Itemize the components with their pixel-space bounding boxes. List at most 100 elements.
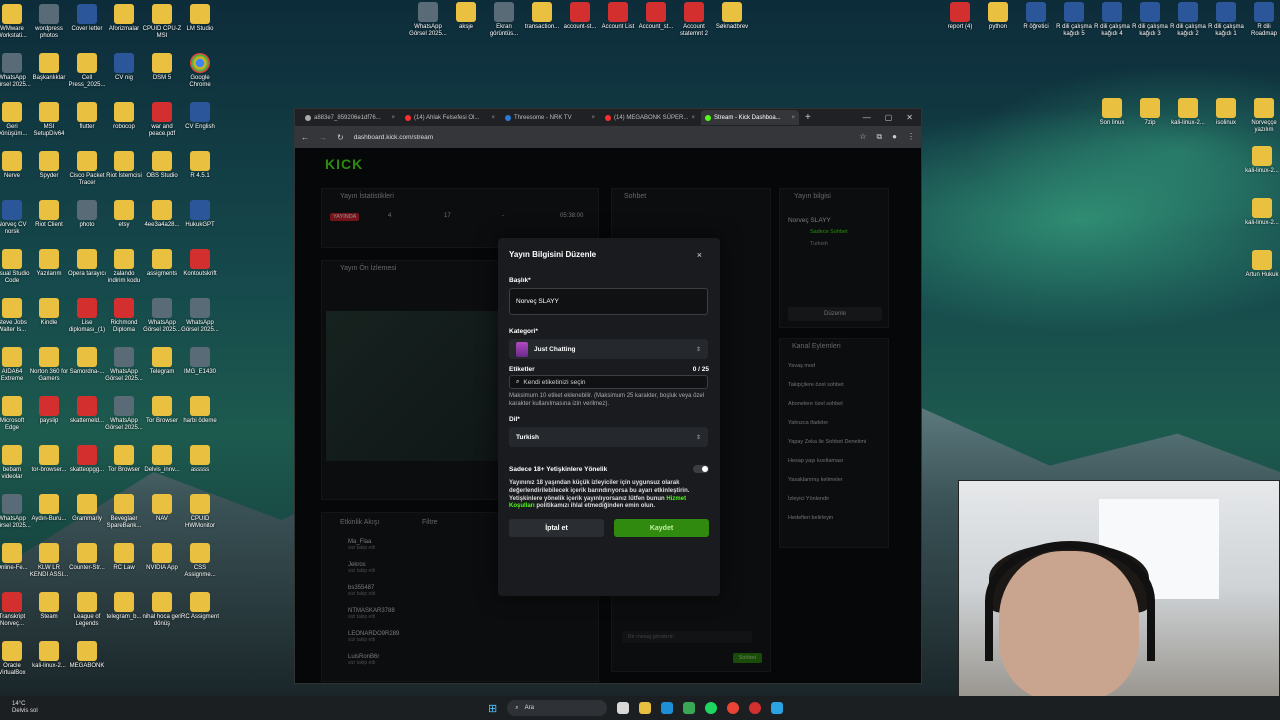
desktop-icon[interactable]: Norveççe yazılım — [1244, 98, 1280, 134]
desktop-icon[interactable]: Telegram — [142, 347, 182, 376]
desktop-icon[interactable]: Account_st... — [636, 2, 676, 31]
save-button[interactable]: Kaydet — [614, 519, 709, 538]
url-field[interactable]: dashboard.kick.com/stream — [354, 134, 433, 141]
windows-start-icon[interactable]: ⊞ — [488, 702, 497, 715]
desktop-icon[interactable]: R dili Roadmap — [1244, 2, 1280, 38]
desktop-icon[interactable]: LM Studio — [180, 4, 220, 33]
desktop-icon[interactable]: RC Assigment — [180, 592, 220, 621]
desktop-icon[interactable]: Delvis_innv... — [142, 445, 182, 474]
desktop-icon[interactable]: CV English — [180, 102, 220, 131]
desktop-icon[interactable]: Ekran görüntüs... — [484, 2, 524, 38]
desktop-icon[interactable]: transaction... — [522, 2, 562, 31]
chrome-icon[interactable] — [727, 702, 740, 714]
browser-tab[interactable]: (14) MEGABONK SÜPER... × — [601, 110, 699, 125]
desktop-icon[interactable]: Geri Dönüşüm... — [0, 102, 32, 138]
store-icon[interactable] — [683, 702, 696, 714]
desktop-icon[interactable]: OBS Studio — [142, 151, 182, 180]
desktop-icon[interactable]: WMware Workstati... — [0, 4, 32, 40]
close-tab-icon[interactable]: × — [591, 115, 595, 121]
desktop-icon[interactable]: Cover letter — [67, 4, 107, 33]
desktop-icon[interactable]: harbi ödeme — [180, 396, 220, 425]
desktop-icon[interactable]: Richmond Diploma — [104, 298, 144, 334]
desktop-icon[interactable]: NAV — [142, 494, 182, 523]
desktop-icon[interactable]: R dili çalışma kağıdı 4 — [1092, 2, 1132, 38]
desktop-icon[interactable]: IMG_E1430 — [180, 347, 220, 376]
forward-icon[interactable]: → — [319, 133, 327, 142]
desktop-icon[interactable]: R öğretici — [1016, 2, 1056, 31]
reload-icon[interactable]: ↻ — [337, 133, 344, 142]
back-icon[interactable]: ← — [301, 133, 309, 142]
desktop-icon[interactable]: WhatsApp Görsel 2025... — [0, 53, 32, 89]
desktop-icon[interactable]: R dili çalışma kağıdı 1 — [1206, 2, 1246, 38]
desktop-icon[interactable]: League of Legends — [67, 592, 107, 628]
desktop-icon[interactable]: Nerve — [0, 151, 32, 180]
spotify-icon[interactable] — [705, 702, 718, 714]
desktop-icon[interactable]: Norveç CV norsk — [0, 200, 32, 236]
desktop-icon[interactable]: R dili çalışma kağıdı 3 — [1130, 2, 1170, 38]
desktop-icon[interactable]: Transkript Norveç... — [0, 592, 32, 628]
desktop-icon[interactable]: Opera tarayıcı — [67, 249, 107, 278]
desktop-icon[interactable]: python — [978, 2, 1018, 31]
desktop-icon[interactable]: 4ee3a4a28... — [142, 200, 182, 229]
desktop-icon[interactable]: WhatsApp Görsel 2025... — [408, 2, 448, 38]
desktop-icon[interactable]: WhatsApp Görsel 2025... — [104, 347, 144, 383]
language-select[interactable]: Turkish ⇕ — [509, 427, 708, 447]
adult-toggle[interactable] — [693, 464, 709, 473]
desktop-icon[interactable]: CSS Assignme... — [180, 543, 220, 579]
desktop-icon[interactable]: DSM 5 — [142, 53, 182, 82]
desktop-icon[interactable]: flutter — [67, 102, 107, 131]
desktop-icon[interactable]: kali-linux-2... — [1242, 146, 1280, 175]
browser-tab[interactable]: a883e7_859206e1df76... × — [301, 110, 399, 125]
profile-icon[interactable]: ● — [892, 132, 897, 142]
desktop-icon[interactable]: Oracle VirtualBox — [0, 641, 32, 677]
desktop-icon[interactable]: Beveglaer SpareBank... — [104, 494, 144, 530]
desktop-icon[interactable]: Yazılarım — [29, 249, 69, 278]
opera-icon[interactable] — [749, 702, 762, 714]
close-tab-icon[interactable]: × — [691, 115, 695, 121]
desktop-icon[interactable]: Counter-Str... — [67, 543, 107, 572]
close-tab-icon[interactable]: × — [391, 115, 395, 121]
desktop-icon[interactable]: kali-linux-2... — [1168, 98, 1208, 127]
desktop-icon[interactable]: Artun Hukuk — [1242, 250, 1280, 279]
desktop-icon[interactable]: Aydın-Buru... — [29, 494, 69, 523]
desktop-icon[interactable]: Microsoft Edge — [0, 396, 32, 432]
browser-tab[interactable]: Stream - Kick Dashboa... × — [701, 110, 799, 125]
weather-widget[interactable]: 14°C Delvis sol — [12, 701, 38, 715]
desktop-icon[interactable]: R 4.5.1 — [180, 151, 220, 180]
desktop-icon[interactable]: Başkanlıklar — [29, 53, 69, 82]
desktop-icon[interactable]: kali-linux-2... — [29, 641, 69, 670]
desktop-icon[interactable]: aksje — [446, 2, 486, 31]
desktop-icon[interactable]: Grammarly — [67, 494, 107, 523]
category-select[interactable]: Just Chatting ⇕ — [509, 339, 708, 359]
desktop-icon[interactable]: zalando indirim kodu — [104, 249, 144, 285]
desktop-icon[interactable]: Kindle — [29, 298, 69, 327]
desktop-icon[interactable]: Steam — [29, 592, 69, 621]
desktop-icon[interactable]: WhatsApp Görsel 2025... — [180, 298, 220, 334]
desktop-icon[interactable]: CPUID CPU-Z MSI — [142, 4, 182, 40]
browser-tab[interactable]: (14) Ahlak Felsefesi Ol... × — [401, 110, 499, 125]
minimize-button[interactable]: — — [863, 113, 871, 122]
desktop-icon[interactable]: HukukGPT — [180, 200, 220, 229]
desktop-icon[interactable]: Tor Browser — [104, 445, 144, 474]
file-explorer-icon[interactable] — [639, 702, 652, 714]
desktop-icon[interactable]: telegram_b... — [104, 592, 144, 621]
desktop-icon[interactable]: tor-browser... — [29, 445, 69, 474]
tags-input[interactable]: ⌕ Kendi etiketinizi seçin — [509, 375, 708, 389]
desktop-icon[interactable]: Norton 360 for Gamers — [29, 347, 69, 383]
desktop-icon[interactable]: assigments — [142, 249, 182, 278]
desktop-icon[interactable]: 7zip — [1130, 98, 1170, 127]
new-tab-button[interactable]: + — [805, 112, 811, 123]
title-input[interactable]: Norveç SLAYY — [509, 288, 708, 315]
desktop-icon[interactable]: CPUID HWMonitor — [180, 494, 220, 530]
close-tab-icon[interactable]: × — [791, 115, 795, 121]
desktop-icon[interactable]: MSI SetupDiv64 — [29, 102, 69, 138]
desktop-icon[interactable]: Riot Client — [29, 200, 69, 229]
telegram-icon[interactable] — [771, 702, 784, 714]
desktop-icon[interactable]: Kontoutskrift — [180, 249, 220, 278]
desktop-icon[interactable]: Tor Browser — [142, 396, 182, 425]
desktop-icon[interactable]: Steve Jobs Walter Is... — [0, 298, 32, 334]
desktop-icon[interactable]: asssss — [180, 445, 220, 474]
desktop-icon[interactable]: Online-Fe... — [0, 543, 32, 572]
desktop-icon[interactable]: skattemeld... — [67, 396, 107, 425]
desktop-icon[interactable]: MEGABONK — [67, 641, 107, 670]
